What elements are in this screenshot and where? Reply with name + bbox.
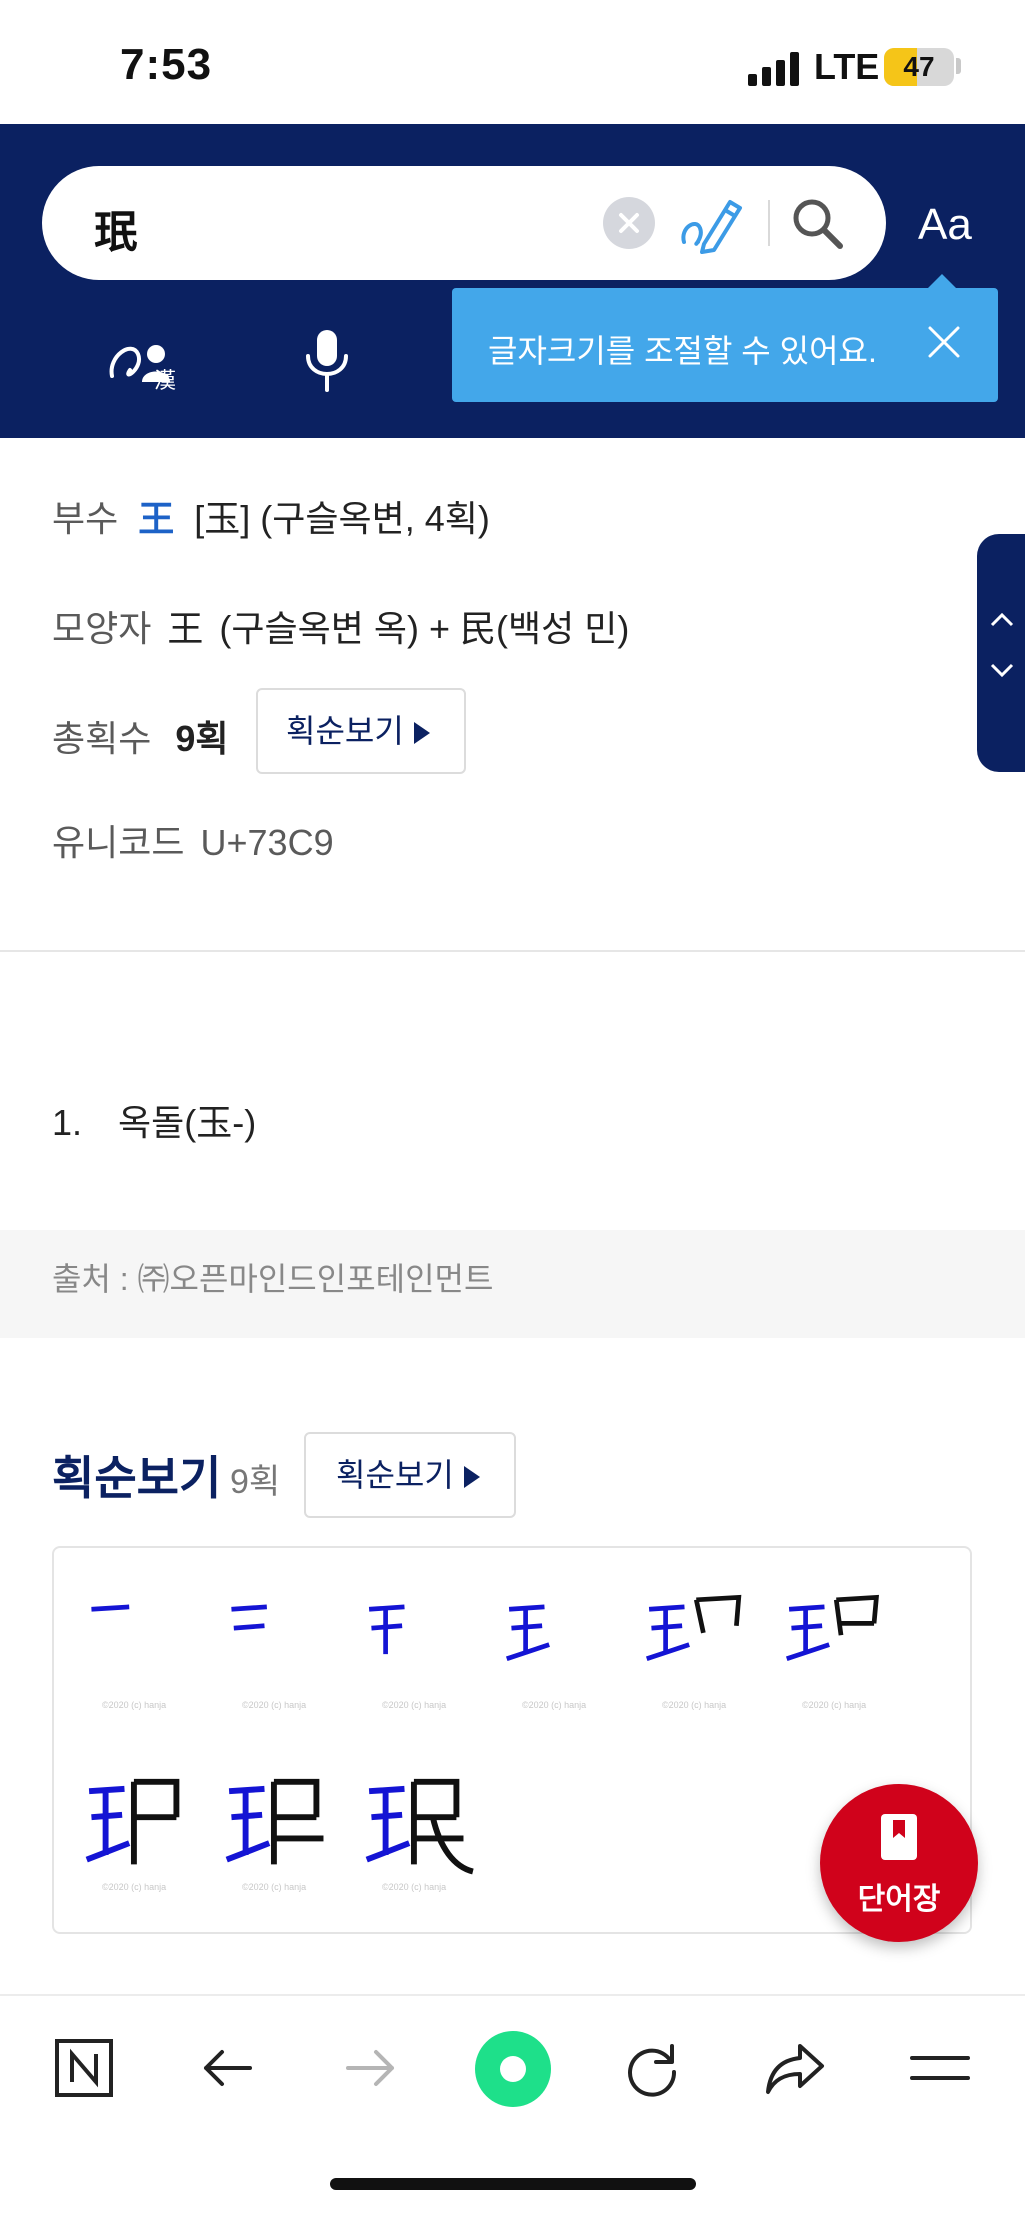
search-header: 珉 Aa 漢 글자크기를 조절할 수 있어요. (0, 124, 1025, 438)
stroke-glyph (368, 1604, 405, 1655)
svg-text:漢: 漢 (154, 369, 176, 390)
watermark: ©2020 (c) hanja (242, 1882, 307, 1892)
search-input[interactable]: 珉 (94, 196, 138, 260)
battery-nub (956, 58, 961, 74)
battery-level: 47 (903, 51, 935, 82)
stroke-order-play-label: 획순보기 (336, 1457, 454, 1493)
stroke-step-5: ©2020 (c) hanja (642, 1588, 760, 1710)
handwriting-hanja-icon[interactable]: 漢 (108, 330, 182, 390)
back-arrow-icon[interactable] (198, 2038, 258, 2098)
radical-detail: [玉] (구슬옥변, 4획) (194, 498, 490, 539)
stroke-step-3: ©2020 (c) hanja (362, 1588, 480, 1710)
search-icon[interactable] (788, 194, 846, 252)
search-bar[interactable]: 珉 (42, 166, 886, 280)
close-icon[interactable] (924, 322, 964, 362)
stroke-step-4: ©2020 (c) hanja (502, 1588, 620, 1710)
watermark: ©2020 (c) hanja (802, 1700, 867, 1710)
stroke-glyph (645, 1594, 742, 1662)
watermark: ©2020 (c) hanja (382, 1882, 447, 1892)
signal-icon (748, 52, 799, 86)
network-label: LTE (814, 46, 880, 87)
unicode-label: 유니코드 (52, 822, 185, 863)
vocabulary-fab[interactable]: 단어장 (820, 1784, 978, 1942)
stroke-glyph (785, 1594, 879, 1662)
chevron-down-icon[interactable] (989, 660, 1015, 680)
share-icon[interactable] (764, 2038, 828, 2098)
naver-n-icon[interactable] (54, 2038, 114, 2098)
tooltip-arrow (928, 274, 956, 288)
stroke-order-title: 획순보기 (52, 1452, 222, 1504)
source-band: 출처 : ㈜오픈마인드인포테인먼트 (0, 1230, 1025, 1338)
stroke-step-8: ©2020 (c) hanja (222, 1770, 340, 1892)
watermark: ©2020 (c) hanja (102, 1700, 167, 1710)
stroke-glyph (91, 1604, 130, 1612)
stroke-glyph (231, 1604, 267, 1631)
shape-detail: (구슬옥변 옥) + 民(백성 민) (219, 608, 630, 649)
green-dot-icon[interactable] (474, 2030, 552, 2108)
unicode-value: U+73C9 (200, 822, 334, 863)
watermark: ©2020 (c) hanja (522, 1700, 587, 1710)
refresh-icon[interactable] (622, 2038, 682, 2098)
watermark: ©2020 (c) hanja (102, 1882, 167, 1892)
stroke-step-1: ©2020 (c) hanja (82, 1588, 200, 1710)
strokes-value: 9획 (175, 718, 229, 759)
clear-icon[interactable] (603, 197, 655, 249)
stroke-glyph (505, 1604, 550, 1662)
shape-label: 모양자 (52, 608, 152, 649)
radical-glyph[interactable]: 王 (138, 498, 174, 539)
stroke-step-9: ©2020 (c) hanja (362, 1770, 480, 1892)
stroke-order-play-button[interactable]: 획순보기 (304, 1432, 516, 1518)
status-time: 7:53 (120, 40, 213, 89)
search-divider (768, 200, 770, 246)
font-size-button[interactable]: Aa (918, 200, 972, 250)
strokes-label: 총획수 (52, 718, 152, 759)
stroke-order-button[interactable]: 획순보기 (256, 688, 466, 774)
meaning-text: 옥돌(玉-) (118, 1102, 257, 1143)
menu-icon[interactable] (910, 2038, 970, 2098)
play-triangle-icon (463, 1466, 480, 1488)
meaning-item: 1. 옥돌(玉-) (52, 1094, 256, 1146)
status-bar: 7:53 LTE 47 (0, 0, 1025, 124)
forward-arrow-icon[interactable] (340, 2038, 400, 2098)
bookmark-icon (881, 1814, 917, 1860)
shape-glyph: 王 (167, 608, 204, 649)
radical-label: 부수 (52, 498, 119, 539)
unicode-row: 유니코드 U+73C9 (52, 814, 334, 866)
strokes-row: 총획수 9획 (52, 710, 229, 762)
watermark: ©2020 (c) hanja (242, 1700, 307, 1710)
chevron-up-icon[interactable] (989, 610, 1015, 630)
battery-indicator: 47 (884, 48, 954, 86)
vocabulary-label: 단어장 (857, 1883, 941, 1916)
stroke-step-7: ©2020 (c) hanja (82, 1770, 200, 1892)
watermark: ©2020 (c) hanja (382, 1700, 447, 1710)
stroke-order-count: 9획 (230, 1463, 281, 1501)
stroke-order-button-label: 획순보기 (286, 713, 404, 749)
stroke-step-6: ©2020 (c) hanja (782, 1588, 900, 1710)
browser-toolbar (0, 1994, 1025, 2218)
source-text: 출처 : ㈜오픈마인드인포테인먼트 (52, 1261, 494, 1297)
meaning-number: 1. (52, 1102, 83, 1143)
microphone-icon[interactable] (302, 328, 352, 394)
stroke-glyph (365, 1778, 474, 1875)
radical-row: 부수 王 [玉] (구슬옥변, 4획) (52, 490, 490, 542)
tooltip-message: 글자크기를 조절할 수 있어요. (488, 333, 877, 369)
play-triangle-icon (413, 722, 430, 744)
home-indicator (330, 2178, 696, 2190)
font-size-tooltip: 글자크기를 조절할 수 있어요. (452, 274, 998, 402)
section-scroll-tab[interactable] (977, 534, 1025, 772)
shape-row: 모양자 王 (구슬옥변 옥) + 民(백성 민) (52, 600, 629, 652)
stroke-glyph (225, 1778, 324, 1865)
stroke-glyph (85, 1778, 180, 1865)
handwriting-pen-icon[interactable] (678, 188, 746, 256)
stroke-step-2: ©2020 (c) hanja (222, 1588, 340, 1710)
section-divider (0, 950, 1025, 952)
watermark: ©2020 (c) hanja (662, 1700, 727, 1710)
